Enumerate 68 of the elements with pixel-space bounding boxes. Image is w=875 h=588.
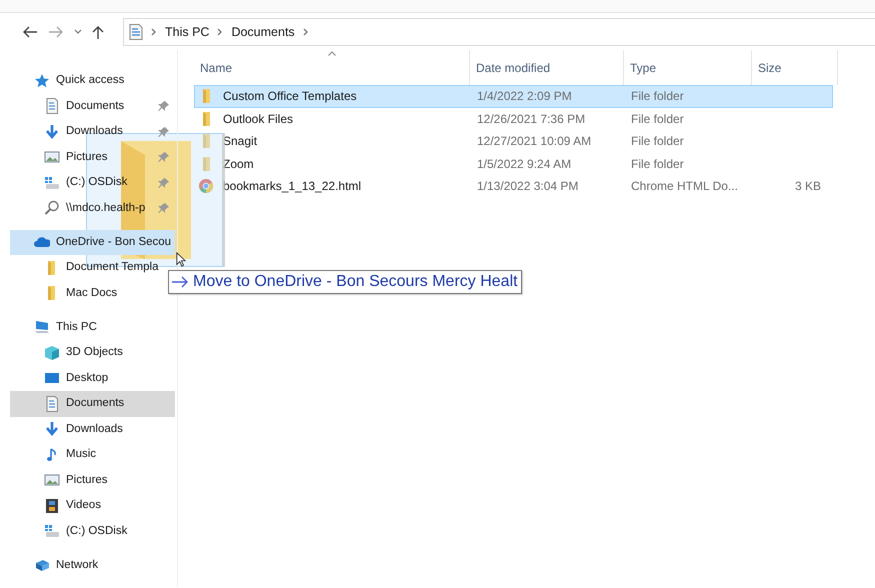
computer-icon [34, 319, 50, 336]
file-name: Zoom [223, 156, 254, 173]
sidebar-item[interactable]: OneDrive - Bon Secou [10, 230, 175, 255]
sidebar-item[interactable]: Network [10, 552, 175, 578]
up-arrow-icon[interactable] [92, 25, 104, 39]
date-cell-text: 1/5/2022 9:24 AM [476, 156, 572, 173]
mouse-cursor-icon [176, 252, 186, 267]
sort-caret-icon [327, 51, 336, 56]
network-icon [34, 557, 50, 574]
chevron-icon[interactable] [302, 28, 309, 36]
drag-tooltip: Move to OneDrive - Bon Secours Mercy Healt [168, 270, 522, 294]
sidebar-item[interactable]: Downloads [10, 119, 175, 144]
cube-icon [44, 344, 60, 361]
sidebar-item[interactable]: This PC [10, 314, 175, 340]
breadcrumb[interactable]: This PC [165, 22, 210, 42]
back-icon[interactable] [22, 26, 38, 38]
file-row[interactable]: Custom Office Templates 1/4/2022 2:09 PM File folder [194, 85, 833, 108]
address-bar[interactable]: This PC Documents [123, 18, 875, 46]
type-cell-text: Chrome HTML Do... [630, 178, 739, 196]
download-arrow-icon [44, 124, 60, 140]
type-cell-text: File folder [630, 88, 685, 106]
film-icon [44, 498, 60, 514]
forward-icon[interactable] [48, 26, 64, 38]
chevron-icon[interactable] [151, 28, 157, 36]
type-cell-text: File folder [630, 156, 685, 173]
sidebar-item[interactable]: Quick access [10, 68, 175, 94]
pin-icon[interactable] [158, 126, 170, 138]
breadcrumb[interactable]: Documents [231, 22, 295, 42]
sidebar-item[interactable]: Pictures [10, 468, 175, 493]
documents-icon [44, 98, 60, 114]
star-icon [34, 72, 50, 89]
file-name: Outlook Files [223, 110, 294, 128]
file-name: Snagit [223, 133, 258, 150]
file-row[interactable]: Snagit 12/27/2021 10:09 AM File folder [194, 130, 833, 152]
date-cell-text: 1/13/2022 3:04 PM [476, 178, 580, 196]
download-arrow-icon [44, 421, 60, 438]
pictures-icon [44, 149, 60, 166]
arrow-icon [172, 276, 189, 288]
documents-icon [44, 396, 60, 412]
dropdown-chevron-icon[interactable] [74, 29, 82, 35]
chevron-icon[interactable] [217, 28, 224, 36]
browser-logo-icon [198, 178, 214, 194]
file-name: bookmarks_1_13_22.html [223, 178, 362, 196]
size-cell-text: 3 KB [794, 178, 821, 196]
date-cell-text: 12/27/2021 10:09 AM [476, 133, 592, 150]
file-row[interactable]: Zoom 1/5/2022 9:24 AM File folder [194, 152, 833, 175]
sidebar-item[interactable]: 3D Objects [10, 340, 175, 366]
sidebar-item[interactable]: (C:) OSDisk [10, 518, 175, 544]
magnifier-icon [44, 200, 60, 216]
drive-icon [44, 523, 60, 540]
pin-icon[interactable] [158, 100, 170, 112]
documents-icon [129, 24, 143, 40]
pictures-icon [44, 472, 60, 488]
file-name: Custom Office Templates [223, 88, 357, 106]
date-cell-text: 12/26/2021 7:36 PM [476, 110, 586, 128]
date-cell-text: 1/4/2022 2:09 PM [476, 88, 573, 106]
sidebar-item[interactable]: Music [10, 442, 175, 468]
sidebar-item[interactable]: Videos [10, 493, 175, 518]
sidebar-item[interactable]: Pictures [10, 144, 175, 170]
sidebar-item[interactable]: Documents [10, 94, 175, 119]
sidebar-item[interactable]: Documents [10, 391, 175, 416]
file-row[interactable]: Outlook Files 12/26/2021 7:36 PM File folder [194, 108, 833, 130]
type-cell-text: File folder [630, 110, 685, 128]
sidebar-item[interactable]: Desktop [10, 366, 175, 391]
file-row[interactable]: bookmarks_1_13_22.html 1/13/2022 3:04 PM Chrome HTML Do... 3 KB [194, 175, 833, 198]
sidebar-item[interactable]: Downloads [10, 416, 175, 442]
drive-icon [44, 174, 60, 191]
type-cell-text: File folder [630, 133, 685, 150]
